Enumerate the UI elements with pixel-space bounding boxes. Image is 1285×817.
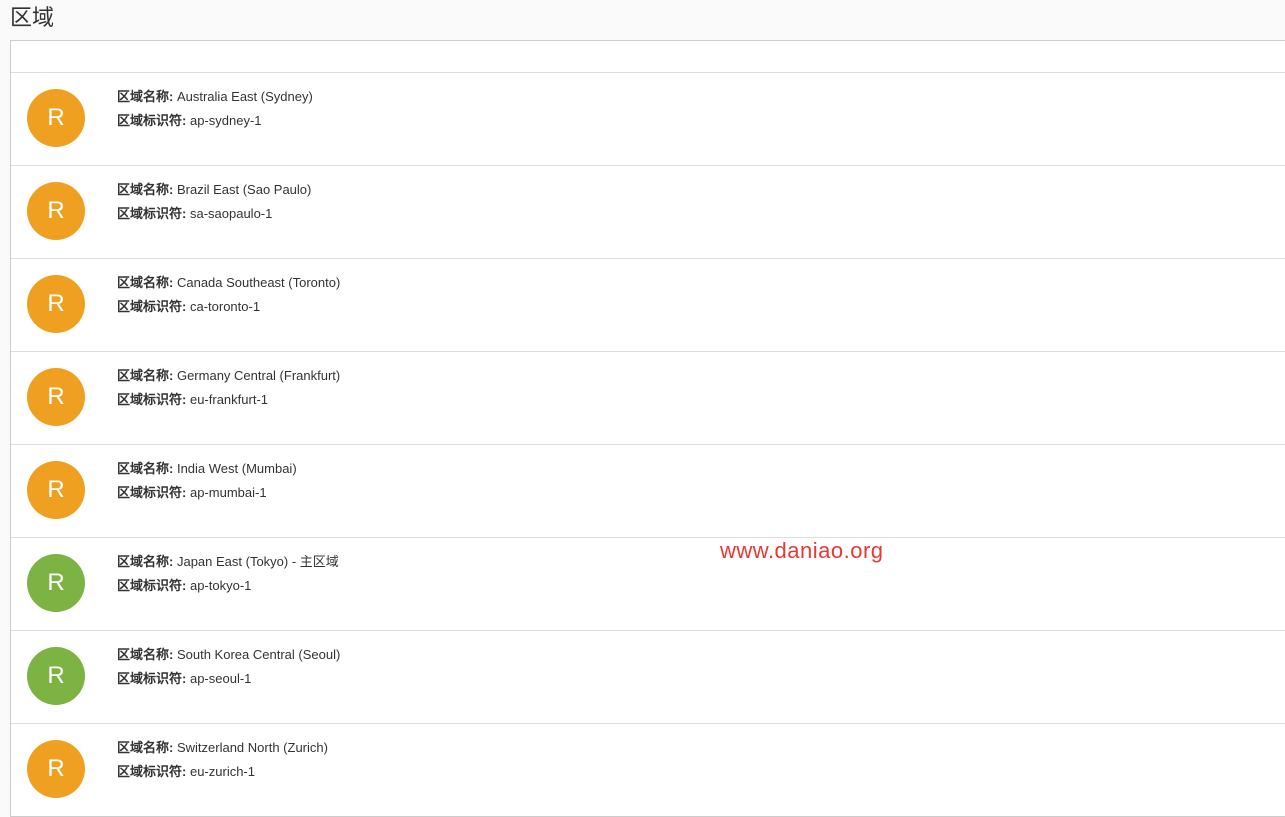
region-avatar-icon: R: [27, 89, 85, 147]
region-id-label: 区域标识符:: [117, 206, 186, 221]
region-item[interactable]: R 区域名称: Switzerland North (Zurich) 区域标识符…: [11, 724, 1285, 816]
region-info: 区域名称: Australia East (Sydney) 区域标识符: ap-…: [117, 85, 1269, 135]
region-info: 区域名称: Japan East (Tokyo) - 主区域 区域标识符: ap…: [117, 550, 1269, 600]
region-item[interactable]: R 区域名称: India West (Mumbai) 区域标识符: ap-mu…: [11, 445, 1285, 538]
region-name-value: Brazil East (Sao Paulo): [177, 182, 311, 197]
region-name-value: South Korea Central (Seoul): [177, 647, 340, 662]
region-id-value: eu-frankfurt-1: [190, 392, 268, 407]
region-avatar-icon: R: [27, 461, 85, 519]
region-item[interactable]: R 区域名称: Australia East (Sydney) 区域标识符: a…: [11, 73, 1285, 166]
region-avatar-icon: R: [27, 647, 85, 705]
region-info: 区域名称: South Korea Central (Seoul) 区域标识符:…: [117, 643, 1269, 693]
region-id-value: sa-saopaulo-1: [190, 206, 272, 221]
region-item[interactable]: R 区域名称: Brazil East (Sao Paulo) 区域标识符: s…: [11, 166, 1285, 259]
region-name-label: 区域名称:: [117, 740, 173, 755]
region-name-value: Australia East (Sydney): [177, 89, 313, 104]
region-item[interactable]: R 区域名称: South Korea Central (Seoul) 区域标识…: [11, 631, 1285, 724]
region-id-value: eu-zurich-1: [190, 764, 255, 779]
region-id-value: ap-seoul-1: [190, 671, 251, 686]
region-list-container: R 区域名称: Australia East (Sydney) 区域标识符: a…: [10, 40, 1285, 817]
region-name-label: 区域名称:: [117, 368, 173, 383]
region-name-label: 区域名称:: [117, 461, 173, 476]
region-name-value: Switzerland North (Zurich): [177, 740, 328, 755]
region-info: 区域名称: Germany Central (Frankfurt) 区域标识符:…: [117, 364, 1269, 414]
region-id-label: 区域标识符:: [117, 299, 186, 314]
region-name-value: Germany Central (Frankfurt): [177, 368, 340, 383]
region-name-label: 区域名称:: [117, 275, 173, 290]
region-info: 区域名称: Canada Southeast (Toronto) 区域标识符: …: [117, 271, 1269, 321]
region-name-label: 区域名称:: [117, 647, 173, 662]
region-name-label: 区域名称:: [117, 89, 173, 104]
region-id-label: 区域标识符:: [117, 113, 186, 128]
region-id-label: 区域标识符:: [117, 764, 186, 779]
region-avatar-icon: R: [27, 554, 85, 612]
region-item[interactable]: R 区域名称: Germany Central (Frankfurt) 区域标识…: [11, 352, 1285, 445]
region-name-label: 区域名称:: [117, 182, 173, 197]
region-name-value: India West (Mumbai): [177, 461, 297, 476]
region-id-label: 区域标识符:: [117, 578, 186, 593]
region-id-value: ap-mumbai-1: [190, 485, 267, 500]
region-info: 区域名称: Brazil East (Sao Paulo) 区域标识符: sa-…: [117, 178, 1269, 228]
region-name-label: 区域名称:: [117, 554, 173, 569]
region-item[interactable]: R 区域名称: Canada Southeast (Toronto) 区域标识符…: [11, 259, 1285, 352]
region-avatar-icon: R: [27, 368, 85, 426]
region-info: 区域名称: Switzerland North (Zurich) 区域标识符: …: [117, 736, 1269, 786]
region-id-value: ap-sydney-1: [190, 113, 262, 128]
region-info: 区域名称: India West (Mumbai) 区域标识符: ap-mumb…: [117, 457, 1269, 507]
region-avatar-icon: R: [27, 740, 85, 798]
region-id-value: ap-tokyo-1: [190, 578, 251, 593]
region-avatar-icon: R: [27, 275, 85, 333]
region-name-value: Japan East (Tokyo) - 主区域: [177, 554, 339, 569]
region-id-value: ca-toronto-1: [190, 299, 260, 314]
region-avatar-icon: R: [27, 182, 85, 240]
page-title: 区域: [0, 0, 1285, 40]
region-name-value: Canada Southeast (Toronto): [177, 275, 340, 290]
region-id-label: 区域标识符:: [117, 392, 186, 407]
region-id-label: 区域标识符:: [117, 671, 186, 686]
region-list-header: [11, 41, 1285, 73]
region-item[interactable]: R 区域名称: Japan East (Tokyo) - 主区域 区域标识符: …: [11, 538, 1285, 631]
region-id-label: 区域标识符:: [117, 485, 186, 500]
